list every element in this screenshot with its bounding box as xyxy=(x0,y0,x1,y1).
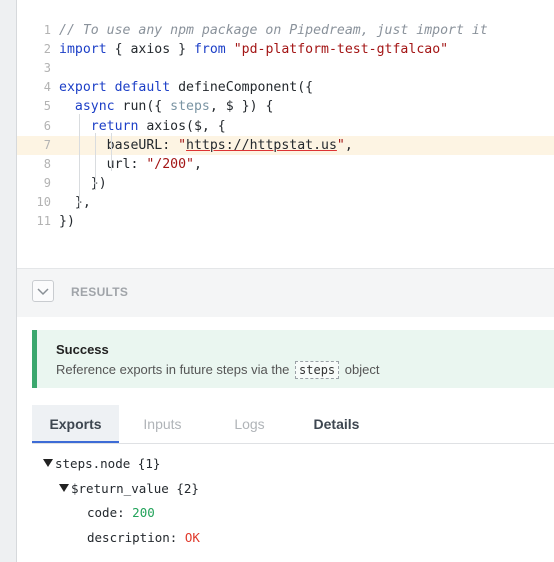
code-line[interactable]: 6 return axios($, { xyxy=(17,117,554,136)
code-token: , $ }) { xyxy=(209,99,274,115)
code-line[interactable]: 3 xyxy=(17,59,554,78)
code-token: { axios } xyxy=(106,42,194,58)
tree-key: steps.node xyxy=(55,456,131,471)
code-token: "pd-platform-test-gtfalcao" xyxy=(233,42,449,58)
code-text: export default defineComponent({ xyxy=(59,78,313,97)
code-token: export xyxy=(59,80,107,96)
indent-guide xyxy=(79,114,80,209)
line-number: 3 xyxy=(43,61,51,76)
steps-chip[interactable]: steps xyxy=(295,361,340,379)
line-number: 5 xyxy=(43,99,51,114)
code-token: , xyxy=(193,156,202,172)
code-line[interactable]: 1 // To use any npm package on Pipedream,… xyxy=(17,21,554,40)
tree-node-return-value[interactable]: $return_value {2} xyxy=(59,481,199,496)
code-line[interactable]: 4 export default defineComponent({ xyxy=(17,78,554,97)
tree-value: 200 xyxy=(132,505,155,520)
line-number: 2 xyxy=(43,42,51,57)
code-line[interactable]: 2 import { axios } from "pd-platform-test… xyxy=(17,40,554,59)
code-token: baseURL: xyxy=(59,137,179,153)
line-number: 11 xyxy=(36,214,51,228)
tab-logs[interactable]: Logs xyxy=(206,405,293,443)
code-token: default xyxy=(114,80,171,96)
code-text: import { axios } from "pd-platform-test-… xyxy=(59,40,448,59)
success-desc-text-end: object xyxy=(344,362,380,377)
code-line[interactable]: 8 url: "/200", xyxy=(17,155,554,174)
tree-field-code: code: 200 xyxy=(87,505,155,520)
code-text: }, xyxy=(59,193,91,212)
caret-down-icon[interactable] xyxy=(43,459,53,467)
line-number: 6 xyxy=(43,118,51,133)
code-token: }, xyxy=(59,194,91,210)
line-number: 8 xyxy=(43,156,51,171)
success-title: Success xyxy=(56,342,109,357)
indent-guide xyxy=(111,133,112,171)
code-line[interactable]: 10 }, xyxy=(17,193,554,212)
success-description: Reference exports in future steps via th… xyxy=(56,361,379,379)
code-token: axios($, { xyxy=(138,118,226,134)
tree-value: OK xyxy=(184,530,200,545)
code-token: steps xyxy=(170,99,210,115)
code-token: import xyxy=(59,42,107,58)
caret-down-icon[interactable] xyxy=(59,484,69,492)
code-token: "/200" xyxy=(146,156,194,172)
code-text: }) xyxy=(59,174,107,193)
tab-exports[interactable]: Exports xyxy=(32,405,119,443)
tree-key: description: xyxy=(87,530,178,545)
tree-key: $return_value xyxy=(71,481,169,496)
left-rail xyxy=(0,0,17,562)
code-editor[interactable]: 1 // To use any npm package on Pipedream,… xyxy=(17,0,554,269)
code-token: , xyxy=(344,137,353,153)
results-label: RESULTS xyxy=(71,285,129,299)
code-token: }) xyxy=(59,214,75,229)
success-banner: Success Reference exports in future step… xyxy=(32,330,554,388)
line-number: 9 xyxy=(43,175,51,190)
code-token: // To use any npm package on Pipedream, … xyxy=(59,23,488,38)
code-token: return xyxy=(90,118,139,134)
results-tabs: Exports Inputs Logs Details xyxy=(32,405,554,444)
code-token: " xyxy=(178,137,187,153)
tree-count: {1} xyxy=(137,456,161,471)
code-token: from xyxy=(193,42,226,58)
line-number: 7 xyxy=(43,137,51,152)
code-text: baseURL: "https://httpstat.us", xyxy=(59,136,353,155)
code-token: async xyxy=(74,99,115,115)
success-desc-text: Reference exports in future steps via th… xyxy=(56,362,290,377)
code-line[interactable]: 9 }) xyxy=(17,174,554,193)
code-token: }) xyxy=(59,175,107,191)
code-token: " xyxy=(336,137,345,153)
indent-guide xyxy=(95,133,96,190)
code-token: run({ xyxy=(114,99,171,115)
tree-key: code: xyxy=(87,505,125,520)
code-line[interactable]: 7 baseURL: "https://httpstat.us", xyxy=(17,135,554,155)
code-text: }) xyxy=(59,212,75,231)
tab-inputs[interactable]: Inputs xyxy=(119,405,206,443)
code-token: https://httpstat.us xyxy=(186,137,337,153)
collapse-results-button[interactable] xyxy=(32,280,54,302)
code-text: return axios($, { xyxy=(59,117,226,136)
tree-field-description: description: OK xyxy=(87,530,200,545)
code-line[interactable]: 11}) xyxy=(17,212,554,231)
results-header: RESULTS xyxy=(17,269,554,317)
line-number: 1 xyxy=(43,23,51,37)
code-line[interactable]: 5 async run({ steps, $ }) { xyxy=(17,97,554,116)
code-text: // To use any npm package on Pipedream, … xyxy=(59,21,488,40)
code-text: url: "/200", xyxy=(59,155,202,174)
tab-details[interactable]: Details xyxy=(293,405,380,443)
code-token: url: xyxy=(59,156,147,172)
line-number: 4 xyxy=(43,80,51,95)
tree-node-root[interactable]: steps.node {1} xyxy=(43,456,160,471)
code-text: async run({ steps, $ }) { xyxy=(59,97,274,116)
code-token: defineComponent({ xyxy=(170,80,314,96)
line-number: 10 xyxy=(36,194,51,209)
chevron-down-icon xyxy=(37,288,49,296)
tree-count: {2} xyxy=(176,481,199,496)
